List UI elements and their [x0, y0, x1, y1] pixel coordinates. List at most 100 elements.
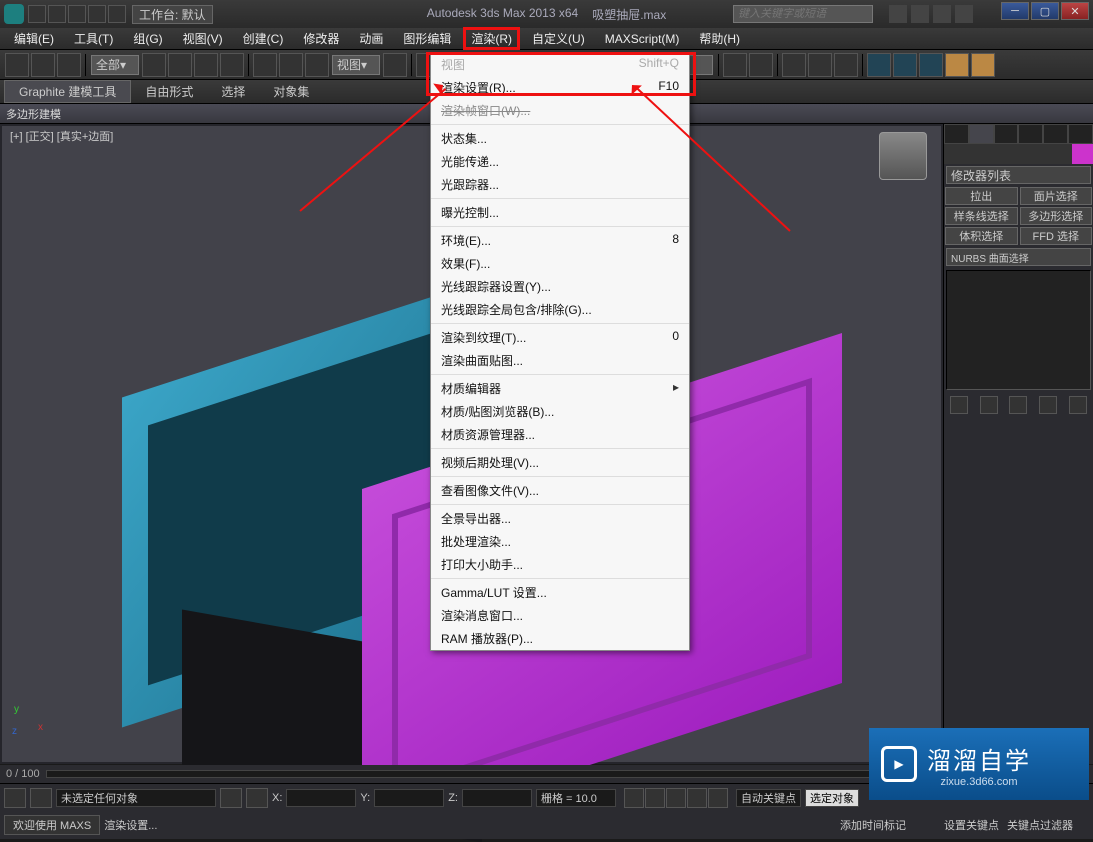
- close-button[interactable]: ✕: [1061, 2, 1089, 20]
- render-menu-item[interactable]: 光跟踪器...: [431, 173, 689, 196]
- select-name-icon[interactable]: [168, 53, 192, 77]
- lock-selection-icon[interactable]: [220, 788, 242, 808]
- unlink-icon[interactable]: [31, 53, 55, 77]
- subcat-icon[interactable]: [1050, 144, 1071, 164]
- pivot-icon[interactable]: [383, 53, 407, 77]
- scale-icon[interactable]: [305, 53, 329, 77]
- select-region-icon[interactable]: [194, 53, 218, 77]
- play-icon[interactable]: [666, 788, 686, 808]
- render-menu-item[interactable]: 渲染到纹理(T)...0: [431, 326, 689, 349]
- refcoord-system[interactable]: 视图 ▾: [332, 55, 380, 75]
- abs-icon[interactable]: [246, 788, 268, 808]
- menu-modifiers[interactable]: 修改器: [295, 28, 347, 49]
- workspace-selector[interactable]: 工作台: 默认: [132, 5, 213, 24]
- titlebar-icon[interactable]: [955, 5, 973, 23]
- btn-polysel[interactable]: 多边形选择: [1020, 207, 1093, 225]
- qat-undo-icon[interactable]: [88, 5, 106, 23]
- y-field[interactable]: [374, 789, 444, 807]
- qat-redo-icon[interactable]: [108, 5, 126, 23]
- z-field[interactable]: [462, 789, 532, 807]
- lock-icon[interactable]: [4, 788, 26, 808]
- panel-tab-hierarchy-icon[interactable]: [994, 124, 1019, 144]
- subcat-icon[interactable]: [965, 144, 986, 164]
- rotate-icon[interactable]: [279, 53, 303, 77]
- panel-tab-create-icon[interactable]: [944, 124, 969, 144]
- btn-volsel[interactable]: 体积选择: [945, 227, 1018, 245]
- stack-unique-icon[interactable]: [1009, 396, 1027, 414]
- panel-tab-motion-icon[interactable]: [1018, 124, 1043, 144]
- menu-edit[interactable]: 编辑(E): [6, 28, 62, 49]
- panel-tab-modify-icon[interactable]: [969, 124, 994, 144]
- mirror-icon[interactable]: [723, 53, 747, 77]
- curve-editor-icon[interactable]: [808, 53, 832, 77]
- menu-group[interactable]: 组(G): [125, 28, 170, 49]
- add-time-tag[interactable]: 添加时间标记: [840, 817, 940, 833]
- panel-tab-display-icon[interactable]: [1043, 124, 1068, 144]
- material-editor-icon[interactable]: [867, 53, 891, 77]
- align-icon[interactable]: [749, 53, 773, 77]
- panel-tab-utilities-icon[interactable]: [1068, 124, 1093, 144]
- ribbon-tab-freeform[interactable]: 自由形式: [131, 81, 207, 102]
- selection-filter[interactable]: 全部 ▾: [91, 55, 139, 75]
- menu-grapheditors[interactable]: 图形编辑: [395, 28, 459, 49]
- render-setup-icon[interactable]: [893, 53, 917, 77]
- move-icon[interactable]: [253, 53, 277, 77]
- render-menu-item[interactable]: 材质编辑器: [431, 377, 689, 400]
- help-search-input[interactable]: [733, 5, 873, 23]
- goto-end-icon[interactable]: [708, 788, 728, 808]
- select-icon[interactable]: [142, 53, 166, 77]
- qat-new-icon[interactable]: [28, 5, 46, 23]
- titlebar-icon[interactable]: [933, 5, 951, 23]
- keyfilter-button[interactable]: 关键点过滤器: [1007, 817, 1073, 833]
- titlebar-icon[interactable]: [911, 5, 929, 23]
- menu-rendering[interactable]: 渲染(R): [463, 27, 520, 50]
- render-menu-item[interactable]: 渲染帧窗口(W)...: [431, 99, 689, 122]
- minimize-button[interactable]: ─: [1001, 2, 1029, 20]
- next-frame-icon[interactable]: [687, 788, 707, 808]
- render-menu-item[interactable]: Gamma/LUT 设置...: [431, 581, 689, 604]
- layers-icon[interactable]: [782, 53, 806, 77]
- render-menu-item[interactable]: 渲染消息窗口...: [431, 604, 689, 627]
- teapot-render-icon[interactable]: [971, 53, 995, 77]
- render-menu-item[interactable]: RAM 播放器(P)...: [431, 627, 689, 650]
- ribbon-tab-selection[interactable]: 选择: [207, 81, 259, 102]
- bind-icon[interactable]: [57, 53, 81, 77]
- menu-tools[interactable]: 工具(T): [66, 28, 121, 49]
- autokey-button[interactable]: 自动关键点: [736, 789, 801, 807]
- modifier-nurbs[interactable]: NURBS 曲面选择: [946, 248, 1091, 266]
- setkey-button[interactable]: 设置关键点: [944, 817, 999, 833]
- qat-open-icon[interactable]: [48, 5, 66, 23]
- render-menu-item[interactable]: 光能传递...: [431, 150, 689, 173]
- ribbon-tab-modeling[interactable]: Graphite 建模工具: [4, 80, 131, 103]
- viewcube-icon[interactable]: [879, 132, 927, 180]
- render-menu-item[interactable]: 批处理渲染...: [431, 530, 689, 553]
- subcat-icon[interactable]: [1029, 144, 1050, 164]
- render-menu-topitem[interactable]: 视图 Shift+Q: [431, 53, 689, 76]
- color-swatch[interactable]: [1072, 144, 1093, 164]
- selected-object-field[interactable]: 选定对象: [805, 789, 859, 807]
- render-menu-item[interactable]: 光线跟踪器设置(Y)...: [431, 275, 689, 298]
- link-icon[interactable]: [5, 53, 29, 77]
- btn-extrude[interactable]: 拉出: [945, 187, 1018, 205]
- btn-splinesel[interactable]: 样条线选择: [945, 207, 1018, 225]
- subcat-icon[interactable]: [1008, 144, 1029, 164]
- subcat-icon[interactable]: [944, 144, 965, 164]
- qat-save-icon[interactable]: [68, 5, 86, 23]
- render-prod-icon[interactable]: [945, 53, 969, 77]
- menu-create[interactable]: 创建(C): [235, 28, 292, 49]
- render-menu-item[interactable]: 渲染设置(R)...F10: [431, 76, 689, 99]
- goto-start-icon[interactable]: [624, 788, 644, 808]
- subcat-icon[interactable]: [987, 144, 1008, 164]
- x-field[interactable]: [286, 789, 356, 807]
- render-menu-item[interactable]: 材质资源管理器...: [431, 423, 689, 446]
- titlebar-icon[interactable]: [889, 5, 907, 23]
- schematic-icon[interactable]: [834, 53, 858, 77]
- stack-show-icon[interactable]: [980, 396, 998, 414]
- isolate-icon[interactable]: [30, 788, 52, 808]
- render-menu-item[interactable]: 材质/贴图浏览器(B)...: [431, 400, 689, 423]
- render-menu-item[interactable]: 查看图像文件(V)...: [431, 479, 689, 502]
- render-menu-item[interactable]: 曝光控制...: [431, 201, 689, 224]
- modifier-stack[interactable]: [946, 270, 1091, 390]
- menu-views[interactable]: 视图(V): [175, 28, 231, 49]
- btn-patchsel[interactable]: 面片选择: [1020, 187, 1093, 205]
